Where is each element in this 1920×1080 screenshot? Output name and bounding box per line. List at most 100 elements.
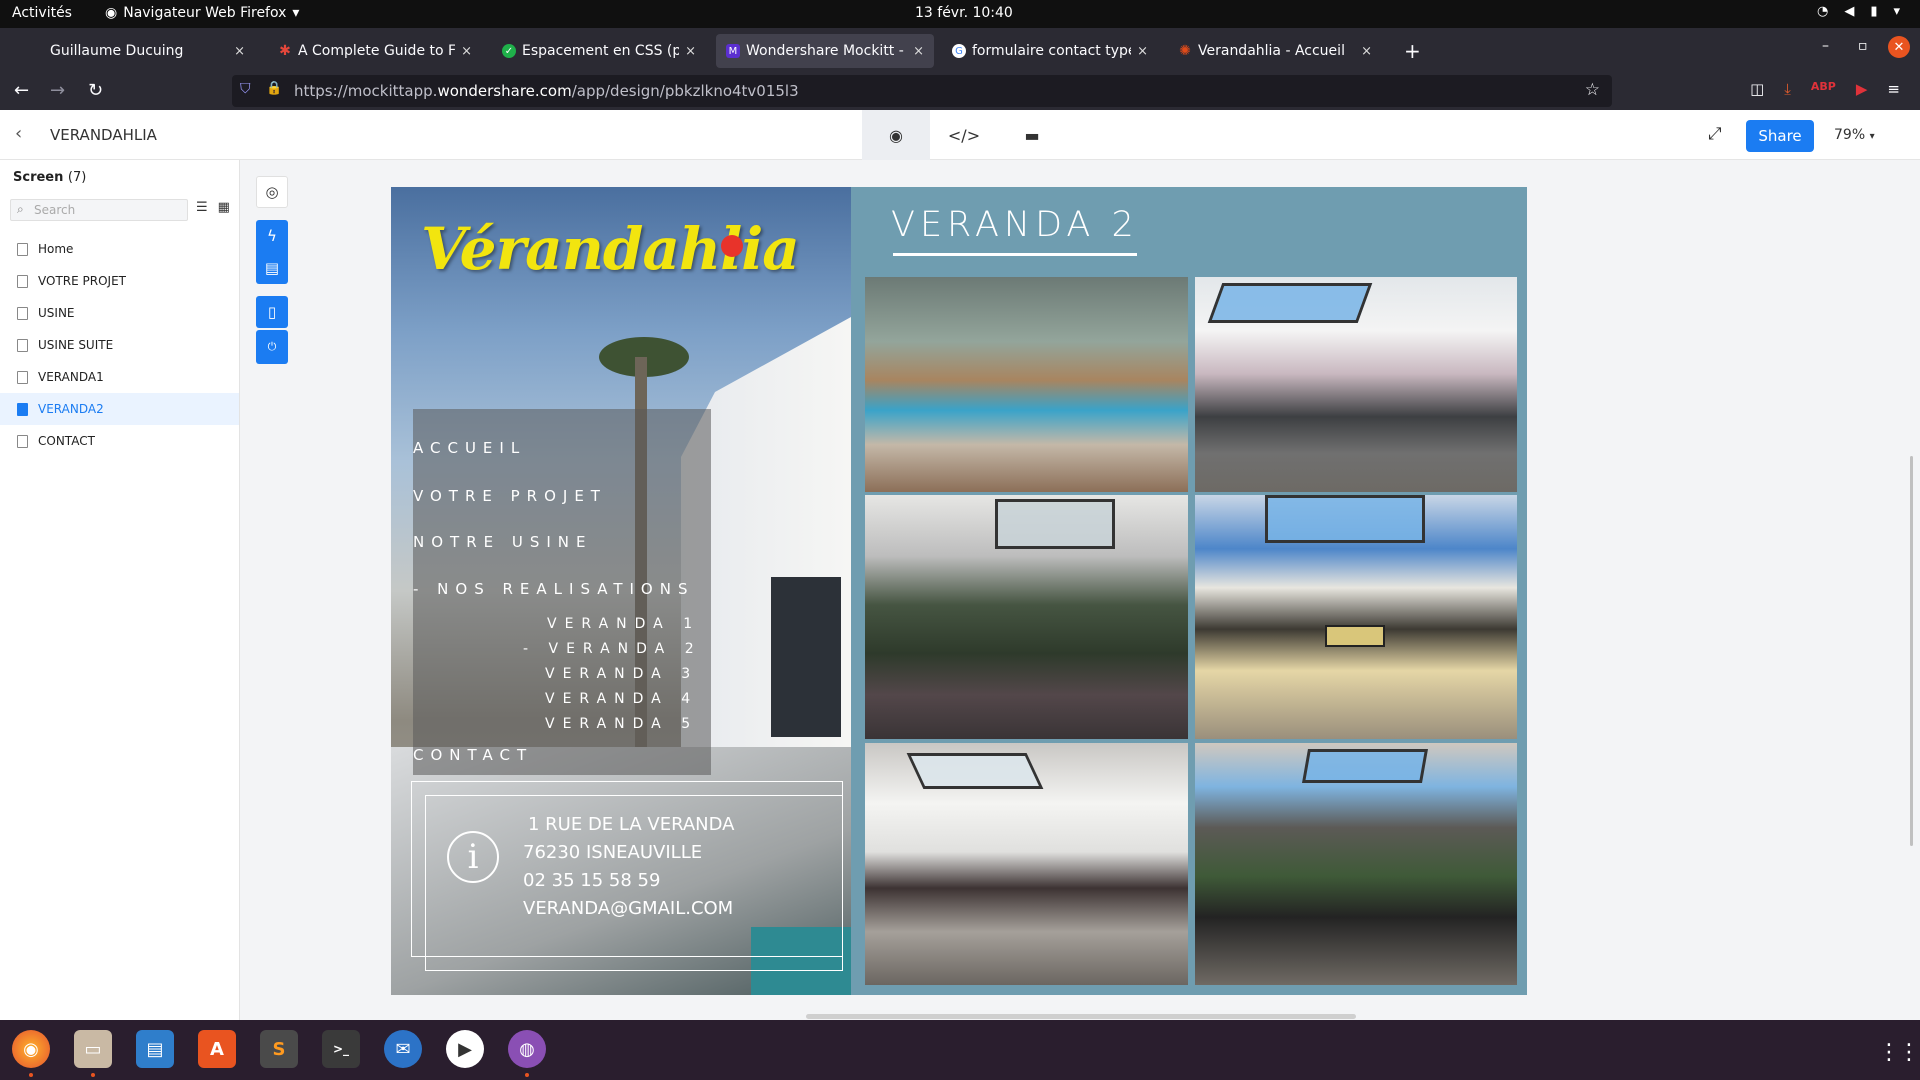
info-email: VERANDA@GMAIL.COM: [523, 898, 734, 919]
zoom-value: 79%: [1834, 127, 1866, 143]
menu-veranda4[interactable]: VERANDA 4: [545, 691, 698, 707]
project-name[interactable]: VERANDAHLIA: [50, 126, 157, 144]
app-menu[interactable]: ◉ Navigateur Web Firefox ▾: [105, 5, 299, 21]
back-chevron-icon[interactable]: ‹: [15, 123, 22, 144]
url-prefix: https://mockittapp.: [294, 82, 438, 100]
download-icon[interactable]: ⤓: [1784, 80, 1791, 98]
screen-item-label: Home: [38, 242, 74, 256]
screen-item-usine-suite[interactable]: USINE SUITE: [0, 329, 239, 361]
document-icon[interactable]: ▤: [256, 252, 288, 284]
code-icon[interactable]: </>: [930, 110, 998, 160]
horizontal-scrollbar[interactable]: [806, 1014, 1356, 1019]
adblock-icon[interactable]: ABP: [1811, 80, 1836, 98]
shield-icon: ⛉: [240, 81, 251, 97]
share-button[interactable]: Share: [1746, 120, 1814, 152]
close-icon[interactable]: ×: [685, 44, 696, 59]
new-tab-button[interactable]: +: [1394, 34, 1424, 68]
show-apps-grid-icon[interactable]: ⋮⋮⋮: [1878, 1040, 1920, 1065]
tab-title: Guillaume Ducuing: [50, 43, 184, 59]
menu-votre-projet[interactable]: VOTRE PROJET: [413, 487, 607, 505]
url-bar[interactable]: ⛉ 🔒 https://mockittapp.wondershare.com/a…: [232, 75, 1612, 107]
running-indicator: [29, 1073, 33, 1077]
zoom-select[interactable]: 79% ▾: [1834, 127, 1875, 143]
software-store-icon[interactable]: A: [198, 1030, 236, 1068]
activities-button[interactable]: Activités: [12, 5, 72, 21]
terminal-icon[interactable]: >_: [322, 1030, 360, 1068]
lightning-icon[interactable]: ϟ: [256, 220, 288, 252]
toolbar-extensions: ◫ ⤓ ABP ▶ ≡: [1750, 80, 1900, 98]
menu-veranda3[interactable]: VERANDA 3: [545, 666, 698, 682]
list-view-icon[interactable]: ☰: [196, 200, 208, 215]
vertical-scrollbar[interactable]: [1910, 456, 1913, 846]
tab-verandahlia-accueil[interactable]: ✺ Verandahlia - Accueil ×: [1168, 34, 1382, 68]
firefox-icon[interactable]: ◉: [12, 1030, 50, 1068]
thunderbird-icon[interactable]: ✉: [384, 1030, 422, 1068]
screen-item-votre-projet[interactable]: VOTRE PROJET: [0, 265, 239, 297]
pocket-icon[interactable]: ◫: [1750, 80, 1764, 98]
maximize-icon[interactable]: ▫: [1858, 38, 1868, 54]
tab-title: Verandahlia - Accueil: [1198, 43, 1345, 59]
close-icon[interactable]: ×: [461, 44, 472, 59]
hamburger-menu-icon[interactable]: ≡: [1887, 80, 1900, 98]
veranda-photo-6[interactable]: [1195, 743, 1517, 985]
system-tray[interactable]: ◔ ◀ ▮ ▾: [1817, 4, 1900, 19]
github-desktop-icon[interactable]: ◍: [508, 1030, 546, 1068]
veranda-photo-2[interactable]: [1195, 277, 1517, 492]
screen-label: Screen: [13, 170, 64, 185]
files-icon[interactable]: ▭: [74, 1030, 112, 1068]
menu-nos-realisations[interactable]: - NOS REALISATIONS: [413, 580, 694, 598]
writer-icon[interactable]: ▤: [136, 1030, 174, 1068]
page-icon: [17, 274, 28, 288]
menu-accueil[interactable]: ACCUEIL: [413, 439, 526, 457]
close-icon[interactable]: ×: [913, 44, 924, 59]
menu-contact[interactable]: CONTACT: [413, 746, 533, 764]
menu-veranda1[interactable]: VERANDA 1: [547, 616, 700, 632]
back-arrow-icon[interactable]: ←: [14, 80, 29, 101]
bookmark-star-icon[interactable]: ☆: [1585, 80, 1600, 100]
comment-icon[interactable]: ▬: [998, 110, 1066, 160]
tab-flexbox-guide[interactable]: ✱ A Complete Guide to Fle ×: [268, 34, 482, 68]
tab-espacement-css[interactable]: ✓ Espacement en CSS (pad ×: [492, 34, 706, 68]
screen-list: Home VOTRE PROJET USINE USINE SUITE VERA…: [0, 233, 239, 457]
tab-guillaume-ducuing[interactable]: Guillaume Ducuing ×: [40, 34, 255, 68]
screen-item-veranda1[interactable]: VERANDA1: [0, 361, 239, 393]
mockitt-header: ‹ VERANDAHLIA ◉ </> ▬ ⤢ Share 79% ▾: [0, 110, 1920, 160]
sublime-text-icon[interactable]: S: [260, 1030, 298, 1068]
screen-search-input[interactable]: ⌕ Search: [10, 199, 188, 221]
taskbar-dock: ◉ ▭ ▤ A S >_ ✉ ▶ ◍ ⋮⋮⋮: [0, 1020, 1920, 1080]
info-city: 76230 ISNEAUVILLE: [523, 842, 703, 863]
close-icon[interactable]: ×: [1137, 44, 1148, 59]
tab-formulaire-contact[interactable]: G formulaire contact type - ×: [942, 34, 1158, 68]
grid-view-icon[interactable]: ▦: [218, 200, 230, 215]
page-icon: [17, 402, 28, 416]
screen-item-contact[interactable]: CONTACT: [0, 425, 239, 457]
screen-item-veranda2[interactable]: VERANDA2: [0, 393, 239, 425]
tab-title: Espacement en CSS (pad: [522, 43, 680, 59]
preview-eye-icon[interactable]: ◉: [862, 110, 930, 160]
tab-wondershare-mockitt[interactable]: M Wondershare Mockitt - V ×: [716, 34, 934, 68]
veranda-photo-5[interactable]: [865, 743, 1188, 985]
veranda-photo-1[interactable]: [865, 277, 1188, 492]
close-window-icon[interactable]: ✕: [1888, 36, 1910, 58]
youtube-icon[interactable]: ▶: [1856, 80, 1868, 98]
veranda-photo-4[interactable]: [1195, 495, 1517, 739]
screen-item-usine[interactable]: USINE: [0, 297, 239, 329]
screen-count: (7): [67, 170, 87, 185]
fullscreen-expand-icon[interactable]: ⤢: [1708, 124, 1722, 144]
minimize-icon[interactable]: –: [1822, 38, 1829, 54]
menu-veranda2[interactable]: - VERANDA 2: [523, 641, 702, 657]
target-icon[interactable]: ◎: [256, 176, 288, 208]
video-player-icon[interactable]: ▶: [446, 1030, 484, 1068]
reload-icon[interactable]: ↻: [88, 80, 103, 101]
screen-item-home[interactable]: Home: [0, 233, 239, 265]
page-icon: [17, 370, 28, 384]
close-icon[interactable]: ×: [1361, 44, 1372, 59]
menu-veranda5[interactable]: VERANDA 5: [545, 716, 698, 732]
close-icon[interactable]: ×: [234, 44, 245, 59]
device-icon[interactable]: ▯: [256, 296, 288, 328]
menu-notre-usine[interactable]: NOTRE USINE: [413, 533, 592, 551]
veranda-photo-3[interactable]: [865, 495, 1188, 739]
clock[interactable]: 13 févr. 10:40: [915, 5, 1013, 21]
forward-arrow-icon[interactable]: →: [50, 80, 65, 101]
toggle-on-icon[interactable]: ⏻: [256, 330, 288, 364]
